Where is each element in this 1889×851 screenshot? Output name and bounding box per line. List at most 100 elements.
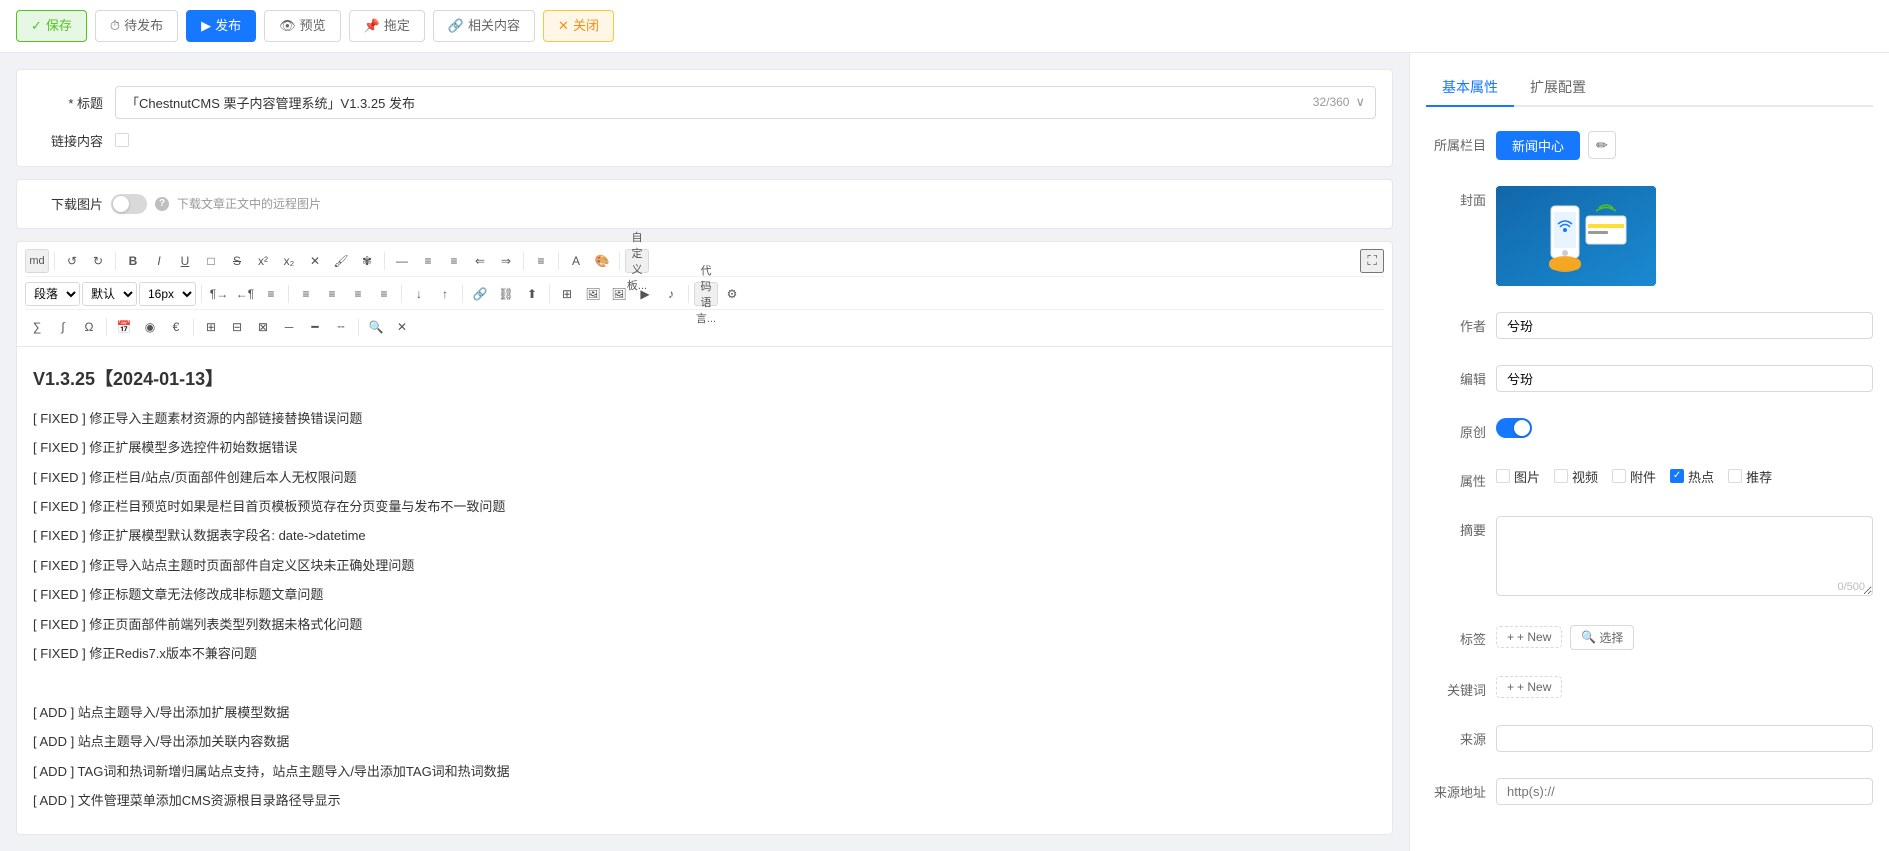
- tb-table2-btn[interactable]: ⊟: [225, 315, 249, 339]
- tb-custom-btn[interactable]: 自定义板...: [625, 249, 649, 273]
- tb-euro-btn[interactable]: €: [164, 315, 188, 339]
- original-row: 原创: [1426, 418, 1873, 441]
- tb-style-select[interactable]: 默认: [82, 282, 137, 306]
- tb-sub2-btn[interactable]: ↓: [407, 282, 431, 306]
- tb-hr2-btn[interactable]: ─: [277, 315, 301, 339]
- tb-list-ul-btn[interactable]: ≡: [442, 249, 466, 273]
- tb-strikethrough-btn[interactable]: S: [225, 249, 249, 273]
- tb-link-btn[interactable]: 🔗: [468, 282, 492, 306]
- attr-image[interactable]: 图片: [1496, 467, 1540, 486]
- title-input-wrapper[interactable]: 「ChestnutCMS 栗子内容管理系统」V1.3.25 发布 32/360 …: [115, 86, 1376, 119]
- tb-settings-btn[interactable]: ⚙: [720, 282, 744, 306]
- tb-bold-btn[interactable]: B: [121, 249, 145, 273]
- cover-image[interactable]: [1496, 186, 1656, 286]
- tb-italic-btn[interactable]: I: [147, 249, 171, 273]
- attr-attachment[interactable]: 附件: [1612, 467, 1656, 486]
- attr-video-label: 视频: [1572, 467, 1598, 486]
- tb-table3-btn[interactable]: ⊠: [251, 315, 275, 339]
- summary-textarea[interactable]: [1496, 516, 1873, 596]
- tb-sep-11: [549, 285, 550, 303]
- attr-video[interactable]: 视频: [1554, 467, 1598, 486]
- keyword-add-button[interactable]: + + New: [1496, 676, 1562, 698]
- tb-expand-btn[interactable]: ⛶: [1360, 249, 1384, 273]
- pending-button[interactable]: ⏱ 待发布: [95, 10, 178, 42]
- link-checkbox[interactable]: [115, 133, 129, 147]
- tb-md-btn[interactable]: md: [25, 249, 49, 273]
- attr-hot[interactable]: 热点: [1670, 467, 1714, 486]
- tb-video-btn[interactable]: ▶: [633, 282, 657, 306]
- original-toggle[interactable]: [1496, 418, 1532, 438]
- close-button[interactable]: ✕ 关闭: [543, 10, 614, 42]
- tb-size-select[interactable]: 16px: [139, 282, 196, 306]
- download-img-toggle[interactable]: [111, 194, 147, 214]
- help-icon[interactable]: ?: [155, 197, 169, 211]
- original-toggle-knob: [1514, 420, 1530, 436]
- tb-symbol-btn[interactable]: Ω: [77, 315, 101, 339]
- tb-hr4-btn[interactable]: ╌: [329, 315, 353, 339]
- title-expand-icon[interactable]: ∨: [1355, 94, 1365, 110]
- related-button[interactable]: 🔗 相关内容: [433, 10, 535, 42]
- pin-button[interactable]: 📌 拖定: [349, 10, 425, 42]
- editor-content[interactable]: V1.3.25【2024-01-13】 [ FIXED ] 修正导入主题素材资源…: [17, 347, 1392, 835]
- tb-outdent-btn[interactable]: ⇐: [468, 249, 492, 273]
- tb-table1-btn[interactable]: ⊞: [199, 315, 223, 339]
- line-12: [ ADD ] TAG词和热词新增归属站点支持，站点主题导入/导出添加TAG词和…: [33, 760, 1376, 783]
- save-button[interactable]: ✓ 保存: [16, 10, 87, 42]
- tb-date-btn[interactable]: 📅: [112, 315, 136, 339]
- publish-button[interactable]: ▶ 发布: [186, 10, 256, 42]
- tb-hr-btn[interactable]: —: [390, 249, 414, 273]
- tb-math-btn[interactable]: ∑: [25, 315, 49, 339]
- tb-tbl-insert-btn[interactable]: ⊞: [555, 282, 579, 306]
- editor-input[interactable]: [1496, 365, 1873, 392]
- tb-align-center-btn[interactable]: ≡: [320, 282, 344, 306]
- tb-list-ol-btn[interactable]: ≡: [416, 249, 440, 273]
- tb-img1-btn[interactable]: 🖼: [581, 282, 605, 306]
- tb-bg-color-btn[interactable]: 🎨: [590, 249, 614, 273]
- tb-close-editor-btn[interactable]: ✕: [390, 315, 414, 339]
- tb-paint-btn[interactable]: 🖌: [329, 249, 353, 273]
- tb-align-left-btn[interactable]: ≡: [294, 282, 318, 306]
- tb-circle-btn[interactable]: ◉: [138, 315, 162, 339]
- tb-redo-btn[interactable]: ↻: [86, 249, 110, 273]
- tb-underline-btn[interactable]: U: [173, 249, 197, 273]
- tb-para-select[interactable]: 段落: [25, 282, 80, 306]
- author-input[interactable]: [1496, 312, 1873, 339]
- tb-ltr-btn[interactable]: ¶→: [207, 282, 231, 306]
- tab-basic-attrs[interactable]: 基本属性: [1426, 69, 1514, 107]
- line-7: [ FIXED ] 修正标题文章无法修改成非标题文章问题: [33, 583, 1376, 606]
- source-url-input[interactable]: [1496, 778, 1873, 805]
- tb-font-color-btn[interactable]: A: [564, 249, 588, 273]
- tab-ext-config[interactable]: 扩展配置: [1514, 69, 1602, 107]
- tb-align-right-btn[interactable]: ≡: [346, 282, 370, 306]
- tb-special-btn[interactable]: ✾: [355, 249, 379, 273]
- tb-subscript-btn[interactable]: x₂: [277, 249, 301, 273]
- preview-button[interactable]: 👁 预览: [264, 10, 341, 42]
- category-button[interactable]: 新闻中心: [1496, 131, 1580, 160]
- tb-indent3-btn[interactable]: ≡: [259, 282, 283, 306]
- source-url-content: [1496, 778, 1873, 805]
- tb-formula-btn[interactable]: ∫: [51, 315, 75, 339]
- tb-align-justify-btn[interactable]: ≡: [372, 282, 396, 306]
- tb-zoom-in-btn[interactable]: 🔍: [364, 315, 388, 339]
- tag-select-button[interactable]: 🔍 选择: [1570, 625, 1634, 650]
- tb-indent-btn[interactable]: ⇒: [494, 249, 518, 273]
- tb-rtl-btn[interactable]: ←¶: [233, 282, 257, 306]
- tb-unlink-btn[interactable]: ⛓: [494, 282, 518, 306]
- tb-undo-btn[interactable]: ↺: [60, 249, 84, 273]
- tb-clear-btn[interactable]: ✕: [303, 249, 327, 273]
- tb-code-lang-btn[interactable]: 代码语言...: [694, 282, 718, 306]
- tb-upload-btn[interactable]: ⬆: [520, 282, 544, 306]
- tb-audio-btn[interactable]: ♪: [659, 282, 683, 306]
- tb-img2-btn[interactable]: 🖼: [607, 282, 631, 306]
- tb-sup2-btn[interactable]: ↑: [433, 282, 457, 306]
- attr-recommend[interactable]: 推荐: [1728, 467, 1772, 486]
- plus-icon: +: [1507, 630, 1514, 644]
- tb-superscript-btn[interactable]: x²: [251, 249, 275, 273]
- category-edit-button[interactable]: ✏: [1588, 131, 1616, 159]
- line-5: [ FIXED ] 修正扩展模型默认数据表字段名: date->datetime: [33, 524, 1376, 547]
- tb-hr3-btn[interactable]: ━: [303, 315, 327, 339]
- tag-add-button[interactable]: + + New: [1496, 626, 1562, 648]
- source-input[interactable]: [1496, 725, 1873, 752]
- tb-justify-btn[interactable]: ≡: [529, 249, 553, 273]
- tb-box-btn[interactable]: □: [199, 249, 223, 273]
